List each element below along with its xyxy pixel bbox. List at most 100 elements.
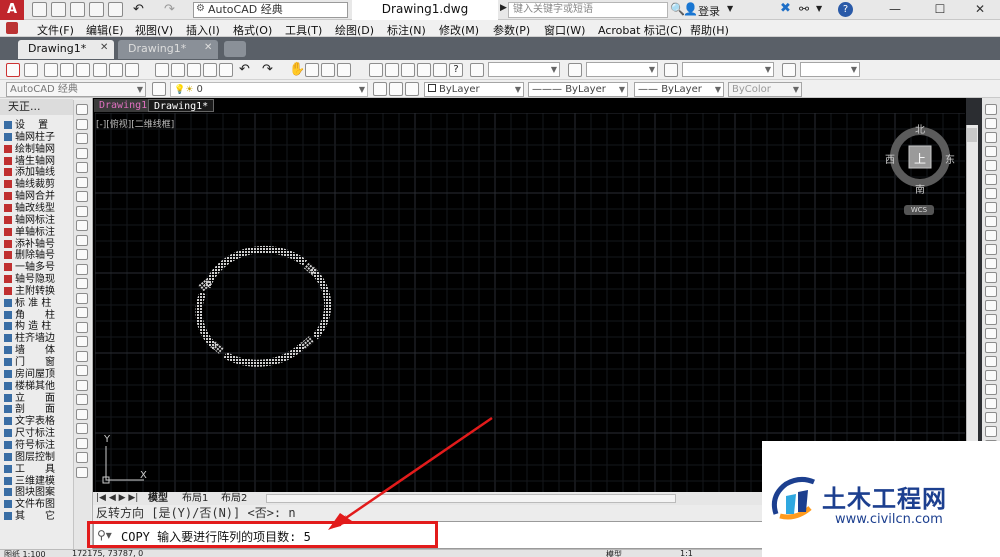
dim-style-dropdown[interactable]: ▼	[586, 62, 658, 77]
palette-item[interactable]: 轴改线型	[4, 203, 55, 215]
redo-icon[interactable]: ↷	[262, 62, 273, 77]
tool-button-icon[interactable]	[76, 379, 88, 391]
tool-button-icon[interactable]	[76, 466, 88, 478]
viewcube-top-face[interactable]: 上	[914, 150, 926, 167]
status-scale[interactable]: 图纸 1:100	[4, 549, 46, 557]
zoom-realtime-icon[interactable]	[305, 63, 319, 77]
palette-item[interactable]: 轴号隐现	[4, 274, 55, 286]
chevron-right-icon[interactable]: ▶	[500, 3, 507, 13]
tool-button-icon[interactable]	[985, 370, 997, 381]
menu-window[interactable]: 窗口(W)	[544, 22, 585, 38]
layer-properties-icon[interactable]	[152, 82, 166, 96]
palette-item[interactable]: 构 造 柱	[4, 321, 51, 333]
tool-button-icon[interactable]	[985, 202, 997, 213]
palette-item[interactable]: 添加轴线	[4, 167, 55, 179]
palette-item[interactable]: 角 柱	[4, 310, 55, 322]
status-model[interactable]: 模型	[606, 549, 622, 557]
menu-dimension[interactable]: 标注(N)	[387, 22, 426, 38]
linetype-dropdown[interactable]: ——— ByLayer ▼	[528, 82, 628, 97]
tool-button-icon[interactable]	[76, 249, 88, 260]
block-editor-icon[interactable]	[219, 63, 233, 77]
tool-button-icon[interactable]	[985, 118, 997, 129]
login-link[interactable]: 登录	[698, 3, 720, 19]
scrollbar-thumb[interactable]	[967, 128, 977, 142]
copy-icon[interactable]	[171, 63, 185, 77]
toolbar-icon[interactable]	[24, 63, 38, 77]
tool-button-icon[interactable]	[985, 272, 997, 283]
tool-button-icon[interactable]	[76, 118, 88, 130]
dim-style-icon[interactable]	[568, 63, 582, 77]
palette-item[interactable]: 轴网柱子	[4, 132, 55, 144]
tool-button-icon[interactable]	[985, 146, 997, 157]
tool-button-icon[interactable]	[985, 132, 997, 143]
menu-parametric[interactable]: 参数(P)	[493, 22, 530, 38]
tool-button-icon[interactable]	[985, 286, 997, 297]
tool-button-icon[interactable]	[76, 234, 88, 246]
tool-button-icon[interactable]	[76, 437, 88, 449]
tool-button-icon[interactable]	[76, 162, 88, 173]
tool-button-icon[interactable]	[985, 412, 997, 423]
match-properties-icon[interactable]	[203, 63, 217, 77]
tool-button-icon[interactable]	[76, 365, 88, 376]
viewport-tab-drawing1-star[interactable]: Drawing1*	[148, 99, 215, 112]
lineweight-dropdown[interactable]: —— ByLayer ▼	[634, 82, 724, 97]
new-icon[interactable]	[44, 63, 58, 77]
preview-icon[interactable]	[109, 63, 123, 77]
close-button[interactable]: ✕	[965, 0, 995, 20]
tool-button-icon[interactable]	[985, 328, 997, 339]
close-icon[interactable]: ✕	[204, 42, 212, 53]
tool-button-icon[interactable]	[76, 278, 88, 289]
tool-button-icon[interactable]	[76, 147, 88, 159]
palette-item[interactable]: 房间屋顶	[4, 369, 55, 381]
tool-button-icon[interactable]	[76, 423, 88, 434]
tool-button-icon[interactable]	[76, 176, 88, 188]
tool-button-icon[interactable]	[985, 300, 997, 311]
network-icon[interactable]: ⚯	[799, 2, 809, 16]
tool-button-icon[interactable]	[76, 394, 88, 405]
text-style-icon[interactable]	[470, 63, 484, 77]
maximize-button[interactable]: ☐	[925, 0, 955, 20]
save-as-icon[interactable]	[89, 2, 104, 17]
undo-icon[interactable]: ↶	[133, 2, 144, 17]
help-icon[interactable]: ?	[449, 63, 463, 77]
chevron-down-icon[interactable]: ▼	[816, 4, 822, 13]
palette-item[interactable]: 标 准 柱	[4, 298, 51, 310]
palette-item[interactable]: 单轴标注	[4, 227, 55, 239]
tool-button-icon[interactable]	[76, 452, 88, 463]
tool-button-icon[interactable]	[76, 350, 88, 362]
design-center-icon[interactable]	[385, 63, 399, 77]
viewport-tab-drawing1[interactable]: Drawing1	[94, 99, 153, 112]
compass-north-label[interactable]: 北	[915, 121, 925, 136]
application-menu-button[interactable]: A	[0, 0, 24, 20]
layout-nav-arrows[interactable]: |◀ ◀ ▶ ▶|	[96, 493, 138, 503]
undo-icon[interactable]: ↶	[239, 62, 250, 77]
save-icon[interactable]	[76, 63, 90, 77]
tool-button-icon[interactable]	[985, 188, 997, 199]
tool-button-icon[interactable]	[985, 398, 997, 409]
menu-help[interactable]: 帮助(H)	[690, 22, 729, 38]
tool-button-icon[interactable]	[76, 205, 88, 217]
palette-item[interactable]: 楼梯其他	[4, 381, 55, 393]
color-dropdown[interactable]: ByLayer ▼	[424, 82, 524, 97]
tool-button-icon[interactable]	[76, 292, 88, 304]
viewport-controls-label[interactable]: [-][俯视][二维线框]	[96, 117, 174, 130]
paste-icon[interactable]	[187, 63, 201, 77]
palette-item[interactable]: 立 面	[4, 393, 55, 405]
palette-item[interactable]: 轴网合并	[4, 191, 55, 203]
palette-item[interactable]: 墙生轴网	[4, 156, 55, 168]
tool-button-icon[interactable]	[985, 356, 997, 367]
chevron-down-icon[interactable]: ▼	[727, 4, 733, 13]
palette-item[interactable]: 添补轴号	[4, 239, 55, 251]
palette-item[interactable]: 文字表格	[4, 416, 55, 428]
compass-east-label[interactable]: 东	[945, 151, 955, 166]
redo-icon[interactable]: ↷	[164, 2, 175, 17]
open-icon[interactable]	[60, 63, 74, 77]
palette-item[interactable]: 三维建模	[4, 476, 55, 488]
layer-dropdown[interactable]: 💡☀ 0 ▼	[170, 82, 368, 97]
menu-edit[interactable]: 编辑(E)	[86, 22, 124, 38]
arc-segment[interactable]	[308, 266, 332, 340]
tangent-toolbar-icon[interactable]	[6, 63, 20, 77]
zoom-window-icon[interactable]	[321, 63, 335, 77]
palette-item[interactable]: 其 它	[4, 511, 55, 523]
tool-button-icon[interactable]	[985, 342, 997, 353]
